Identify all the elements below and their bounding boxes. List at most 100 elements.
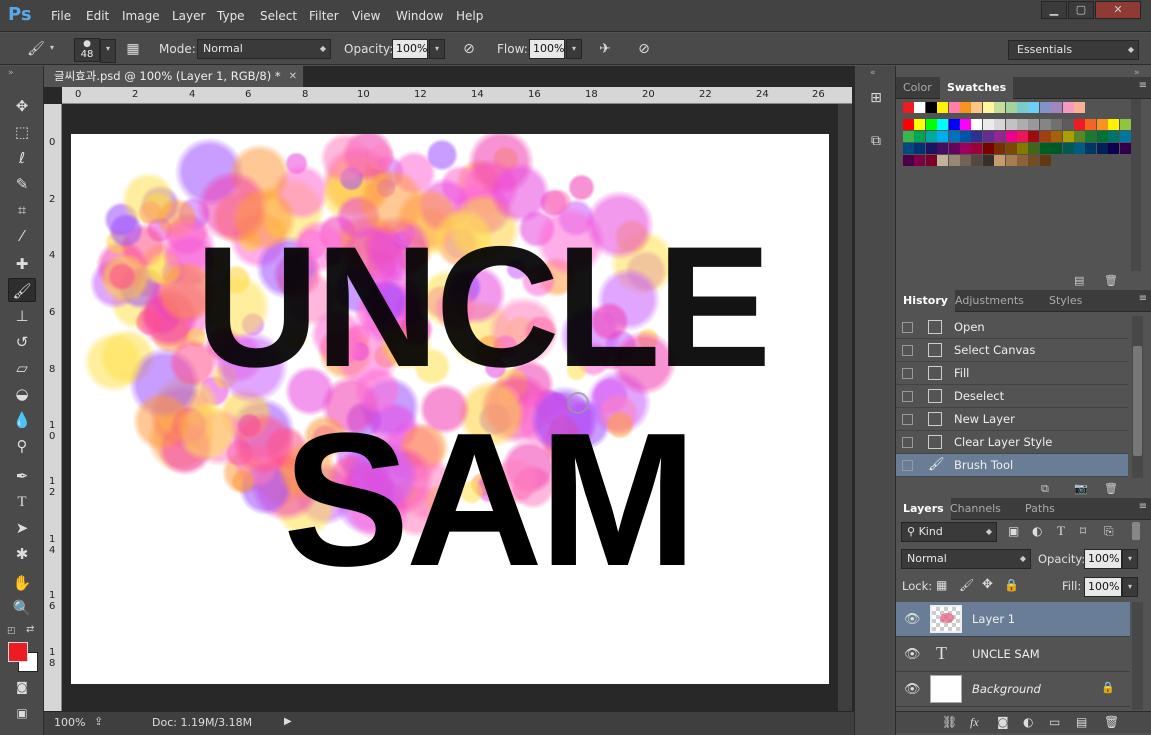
color-swatch[interactable] bbox=[948, 131, 960, 142]
pen-tool-icon[interactable]: ✒ bbox=[8, 464, 36, 488]
quick-mask-icon[interactable]: ◙ bbox=[8, 675, 36, 699]
color-swatch[interactable] bbox=[994, 143, 1006, 154]
color-swatch[interactable] bbox=[914, 131, 926, 142]
color-swatch[interactable] bbox=[937, 131, 949, 142]
tab-paths[interactable]: Paths bbox=[1018, 498, 1062, 520]
color-swatch[interactable] bbox=[1039, 119, 1051, 130]
tab-color[interactable]: Color bbox=[896, 77, 939, 99]
filter-smart-object-icon[interactable]: ⎘ bbox=[1104, 524, 1114, 539]
color-swatch[interactable] bbox=[982, 155, 994, 166]
color-swatch[interactable] bbox=[1096, 143, 1108, 154]
brush-panel-toggle-icon[interactable]: ▦ bbox=[121, 38, 145, 60]
color-swatch[interactable] bbox=[1119, 131, 1131, 142]
clone-stamp-tool-icon[interactable]: ⊥ bbox=[8, 304, 36, 328]
color-swatch[interactable] bbox=[1074, 131, 1085, 142]
color-swatch[interactable] bbox=[925, 102, 937, 113]
visibility-eye-icon[interactable]: 👁 bbox=[904, 682, 921, 697]
color-swatch[interactable] bbox=[1028, 131, 1040, 142]
history-item[interactable]: Select Canvas bbox=[896, 339, 1128, 362]
color-swatch[interactable] bbox=[960, 155, 971, 166]
panel-menu-icon[interactable]: ≡ bbox=[1139, 293, 1147, 304]
preset-chevron-down-icon[interactable]: ▾ bbox=[50, 43, 54, 52]
color-swatch[interactable] bbox=[903, 131, 914, 142]
color-swatch[interactable] bbox=[971, 131, 983, 142]
color-swatch[interactable] bbox=[1039, 131, 1051, 142]
color-swatch[interactable] bbox=[903, 155, 914, 166]
color-swatch[interactable] bbox=[1108, 131, 1120, 142]
workspace-dropdown[interactable]: Essentials ◆ bbox=[1008, 40, 1139, 60]
history-item[interactable]: Clear Layer Style bbox=[896, 431, 1128, 454]
opacity-chevron-icon[interactable]: ▾ bbox=[429, 39, 445, 59]
quick-select-tool-icon[interactable]: ✎ bbox=[8, 172, 36, 196]
color-swatch[interactable] bbox=[914, 143, 926, 154]
color-swatch[interactable] bbox=[994, 119, 1006, 130]
color-swatch[interactable] bbox=[937, 102, 949, 113]
filter-type-icon[interactable]: T bbox=[1057, 523, 1065, 539]
marquee-tool-icon[interactable]: ⬚ bbox=[8, 120, 36, 144]
color-swatch[interactable] bbox=[925, 155, 937, 166]
new-group-icon[interactable]: ▭ bbox=[1049, 715, 1060, 729]
color-swatch[interactable] bbox=[1039, 143, 1051, 154]
menu-edit[interactable]: Edit bbox=[86, 9, 109, 23]
panel-menu-icon[interactable]: ≡ bbox=[1139, 501, 1147, 512]
color-swatch[interactable] bbox=[1017, 155, 1028, 166]
color-swatch[interactable] bbox=[1005, 155, 1017, 166]
swap-colors-icon[interactable]: ⇄ bbox=[26, 624, 34, 635]
color-swatch[interactable] bbox=[1051, 143, 1063, 154]
airbrush-icon[interactable]: ✈ bbox=[593, 38, 617, 60]
layer-opacity-input[interactable]: 100% bbox=[1084, 549, 1122, 569]
color-swatch[interactable] bbox=[1051, 119, 1063, 130]
healing-brush-tool-icon[interactable]: ✚ bbox=[8, 252, 36, 276]
color-swatch[interactable] bbox=[948, 155, 960, 166]
lock-all-icon[interactable]: 🔒 bbox=[1004, 578, 1019, 592]
add-mask-icon[interactable]: ◙ bbox=[997, 715, 1009, 729]
lock-pixels-icon[interactable]: 🖌 bbox=[959, 578, 974, 592]
hand-tool-icon[interactable]: ✋ bbox=[8, 571, 36, 595]
color-swatch[interactable] bbox=[925, 143, 937, 154]
color-swatch[interactable] bbox=[982, 143, 994, 154]
color-swatch[interactable] bbox=[1028, 119, 1040, 130]
canvas-vertical-scrollbar[interactable] bbox=[838, 104, 852, 711]
color-swatch[interactable] bbox=[1028, 155, 1040, 166]
history-item[interactable]: Fill bbox=[896, 362, 1128, 385]
color-swatch[interactable] bbox=[1074, 143, 1085, 154]
document-tab[interactable]: 글씨효과.psd @ 100% (Layer 1, RGB/8) * ✕ bbox=[44, 66, 304, 87]
color-swatch[interactable] bbox=[903, 102, 914, 113]
color-swatch[interactable] bbox=[948, 143, 960, 154]
expand-arrows-icon[interactable]: « bbox=[870, 68, 876, 78]
paint-bucket-tool-icon[interactable]: ◒ bbox=[8, 382, 36, 406]
menu-type[interactable]: Type bbox=[217, 9, 245, 23]
color-swatch[interactable] bbox=[1051, 131, 1063, 142]
color-swatch[interactable] bbox=[1005, 143, 1017, 154]
color-swatch[interactable] bbox=[1085, 131, 1097, 142]
color-swatch[interactable] bbox=[937, 155, 949, 166]
color-swatch[interactable] bbox=[1028, 102, 1040, 113]
color-swatch[interactable] bbox=[1062, 119, 1074, 130]
fx-icon[interactable]: fx bbox=[970, 715, 979, 730]
filter-toggle[interactable] bbox=[1132, 522, 1140, 540]
mode-dropdown[interactable]: Normal ◆ bbox=[197, 39, 331, 59]
color-swatch[interactable] bbox=[1028, 143, 1040, 154]
menu-select[interactable]: Select bbox=[260, 9, 297, 23]
color-swatch[interactable] bbox=[937, 143, 949, 154]
color-swatch[interactable] bbox=[1096, 131, 1108, 142]
color-swatch[interactable] bbox=[1051, 102, 1063, 113]
color-swatch[interactable] bbox=[1017, 102, 1028, 113]
layer-filter-dropdown[interactable]: ⚲ Kind ◆ bbox=[901, 522, 997, 542]
color-swatch[interactable] bbox=[914, 119, 926, 130]
export-icon[interactable]: ⇪ bbox=[94, 715, 103, 728]
pressure-size-icon[interactable]: ⊘ bbox=[632, 38, 656, 60]
tab-channels[interactable]: Channels bbox=[943, 498, 1008, 520]
history-checkbox[interactable] bbox=[902, 368, 913, 379]
color-swatch[interactable] bbox=[960, 102, 971, 113]
color-swatch[interactable] bbox=[1085, 143, 1097, 154]
menu-image[interactable]: Image bbox=[122, 9, 160, 23]
menu-filter[interactable]: Filter bbox=[309, 9, 339, 23]
menu-file[interactable]: File bbox=[51, 9, 71, 23]
status-menu-arrow-icon[interactable]: ▶ bbox=[284, 716, 292, 727]
properties-panel-icon[interactable]: ⧉ bbox=[865, 133, 887, 155]
history-checkbox[interactable] bbox=[902, 437, 913, 448]
color-swatch[interactable] bbox=[982, 119, 994, 130]
color-swatch[interactable] bbox=[1017, 131, 1028, 142]
filter-adjustment-icon[interactable]: ◐ bbox=[1032, 524, 1042, 538]
